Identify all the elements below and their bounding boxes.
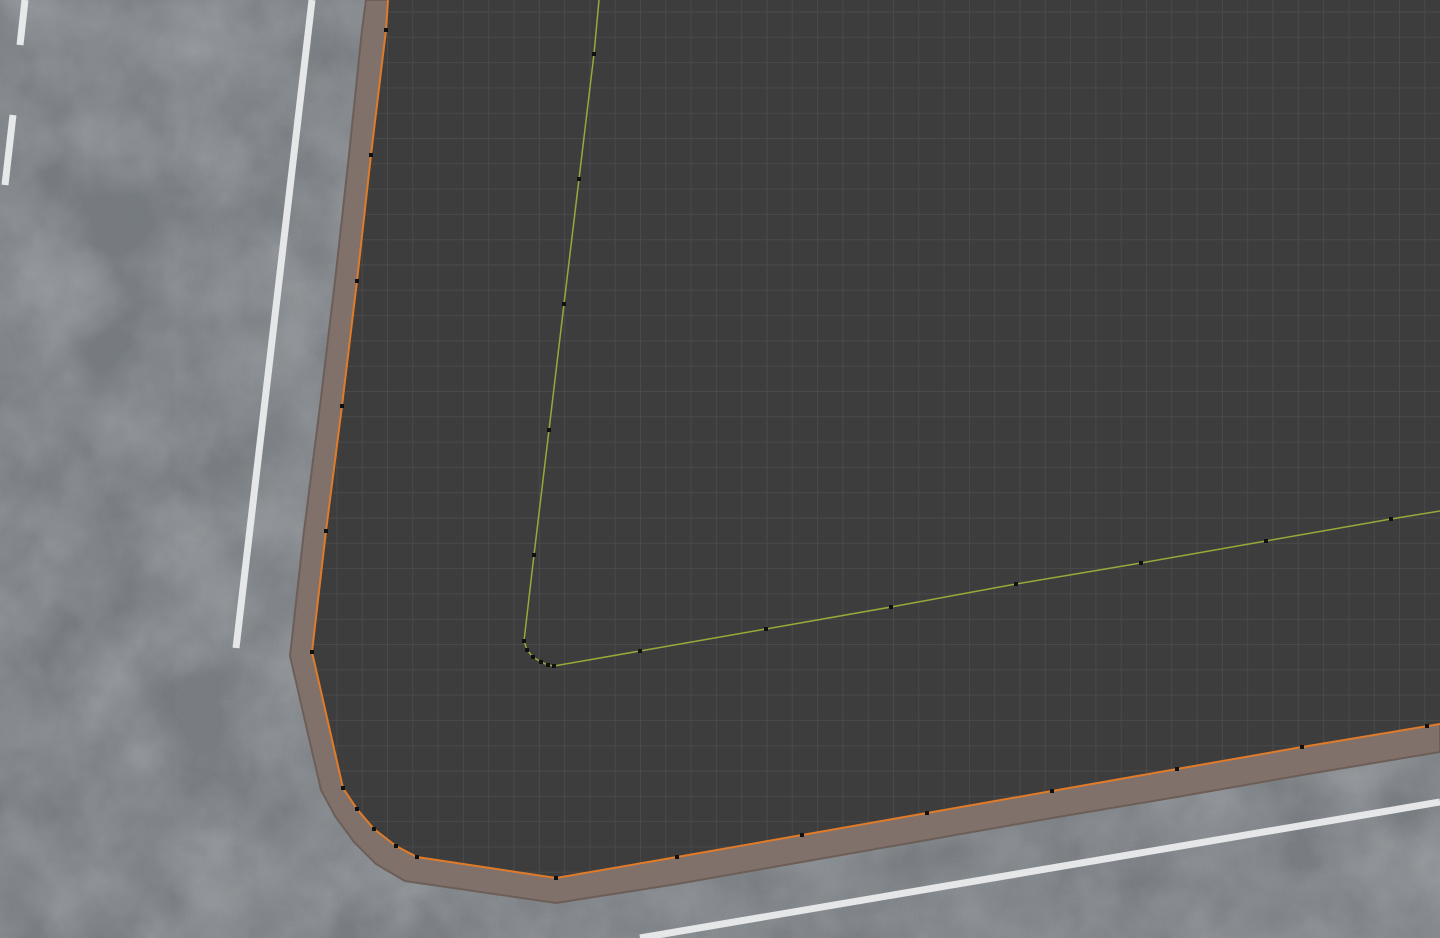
vertex-point[interactable] bbox=[800, 833, 804, 837]
vertex-point[interactable] bbox=[394, 844, 398, 848]
vertex-point[interactable] bbox=[552, 664, 556, 668]
vertex-point[interactable] bbox=[638, 649, 642, 653]
vertex-point[interactable] bbox=[675, 855, 679, 859]
viewport-canvas[interactable] bbox=[0, 0, 1440, 938]
vertex-point[interactable] bbox=[1264, 539, 1268, 543]
vertex-point[interactable] bbox=[324, 529, 328, 533]
vertex-point[interactable] bbox=[925, 811, 929, 815]
vertex-point[interactable] bbox=[1050, 789, 1054, 793]
vertex-point[interactable] bbox=[546, 663, 550, 667]
vertex-point[interactable] bbox=[372, 827, 376, 831]
vertex-point[interactable] bbox=[1175, 767, 1179, 771]
vertex-point[interactable] bbox=[554, 876, 558, 880]
vertex-point[interactable] bbox=[340, 404, 344, 408]
vertex-point[interactable] bbox=[547, 428, 551, 432]
vertex-point[interactable] bbox=[577, 177, 581, 181]
vertex-point[interactable] bbox=[310, 650, 314, 654]
vertex-point[interactable] bbox=[764, 627, 768, 631]
vertex-point[interactable] bbox=[1389, 517, 1393, 521]
vertex-point[interactable] bbox=[415, 855, 419, 859]
3d-viewport[interactable] bbox=[0, 0, 1440, 938]
vertex-point[interactable] bbox=[384, 28, 388, 32]
vertex-point[interactable] bbox=[355, 807, 359, 811]
vertex-point[interactable] bbox=[522, 639, 526, 643]
vertex-point[interactable] bbox=[562, 302, 566, 306]
vertex-point[interactable] bbox=[369, 153, 373, 157]
vertex-point[interactable] bbox=[539, 660, 543, 664]
vertex-point[interactable] bbox=[525, 648, 529, 652]
vertex-point[interactable] bbox=[1014, 582, 1018, 586]
vertex-point[interactable] bbox=[1425, 724, 1429, 728]
vertex-point[interactable] bbox=[592, 52, 596, 56]
vertex-point[interactable] bbox=[355, 279, 359, 283]
vertex-point[interactable] bbox=[1300, 745, 1304, 749]
vertex-point[interactable] bbox=[532, 553, 536, 557]
vertex-point[interactable] bbox=[1139, 561, 1143, 565]
vertex-point[interactable] bbox=[889, 605, 893, 609]
vertex-point[interactable] bbox=[531, 655, 535, 659]
vertex-point[interactable] bbox=[341, 786, 345, 790]
